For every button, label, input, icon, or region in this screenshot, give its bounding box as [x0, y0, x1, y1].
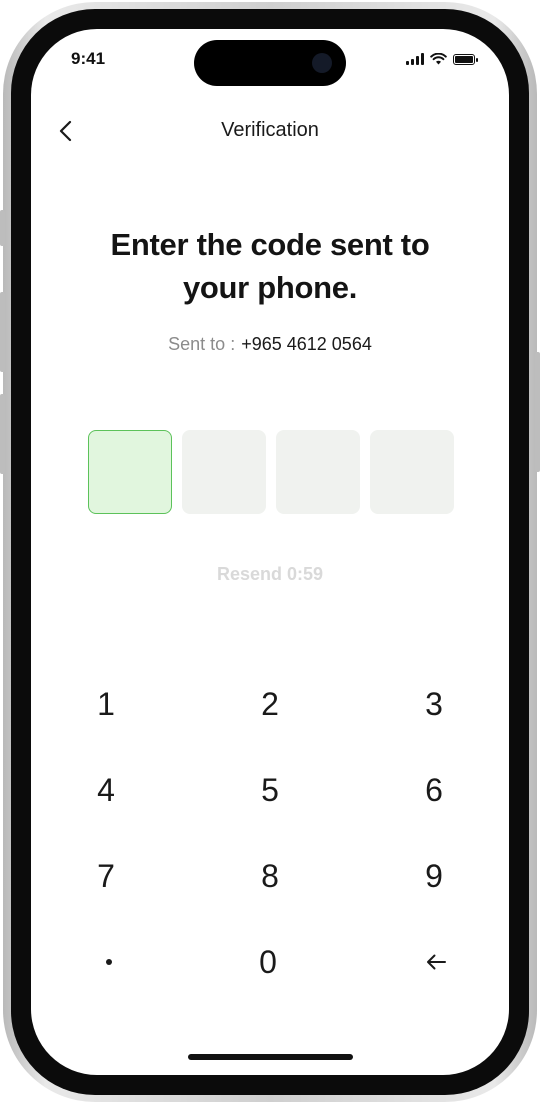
- otp-digit-3[interactable]: [276, 430, 360, 514]
- sent-to-label: Sent to :: [168, 334, 236, 354]
- cellular-signal-icon: [406, 53, 424, 65]
- key-0[interactable]: 0: [213, 927, 323, 997]
- sent-to: Sent to : +965 4612 0564: [31, 334, 509, 355]
- screen: 9:41 Verification Enter the code sent to…: [31, 29, 509, 1075]
- page-title: Verification: [221, 119, 319, 141]
- headline: Enter the code sent to your phone.: [61, 223, 479, 309]
- headline-line-2: your phone.: [182, 270, 358, 305]
- phone-frame: 9:41 Verification Enter the code sent to…: [0, 2, 540, 1102]
- arrow-left-icon: [427, 954, 446, 970]
- key-6[interactable]: 6: [379, 755, 489, 825]
- key-4[interactable]: 4: [51, 755, 161, 825]
- key-5[interactable]: 5: [215, 755, 325, 825]
- status-icons: [406, 53, 478, 65]
- battery-icon: [453, 53, 478, 65]
- resend-button[interactable]: Resend 0:59: [31, 564, 509, 585]
- phone-bezel: 9:41 Verification Enter the code sent to…: [11, 9, 529, 1095]
- key-9[interactable]: 9: [379, 841, 489, 911]
- status-time: 9:41: [71, 49, 106, 68]
- volume-down-button: [0, 394, 5, 474]
- key-2[interactable]: 2: [215, 669, 325, 739]
- key-1[interactable]: 1: [51, 669, 161, 739]
- key-3[interactable]: 3: [379, 669, 489, 739]
- home-indicator[interactable]: [188, 1054, 353, 1060]
- key-dot[interactable]: [54, 927, 164, 997]
- volume-up-button: [0, 292, 5, 372]
- dynamic-island: [194, 40, 346, 86]
- phone-number: +965 4612 0564: [241, 334, 372, 354]
- wifi-icon: [430, 53, 447, 65]
- power-button: [535, 352, 540, 472]
- key-8[interactable]: 8: [215, 841, 325, 911]
- camera-icon: [312, 53, 332, 73]
- headline-line-1: Enter the code sent to: [110, 227, 430, 262]
- dot-icon: [106, 959, 112, 965]
- backspace-button[interactable]: [381, 927, 491, 997]
- otp-digit-1[interactable]: [88, 430, 172, 514]
- otp-digit-4[interactable]: [370, 430, 454, 514]
- otp-input-row: [88, 430, 454, 514]
- otp-digit-2[interactable]: [182, 430, 266, 514]
- key-7[interactable]: 7: [51, 841, 161, 911]
- mute-switch: [0, 210, 5, 246]
